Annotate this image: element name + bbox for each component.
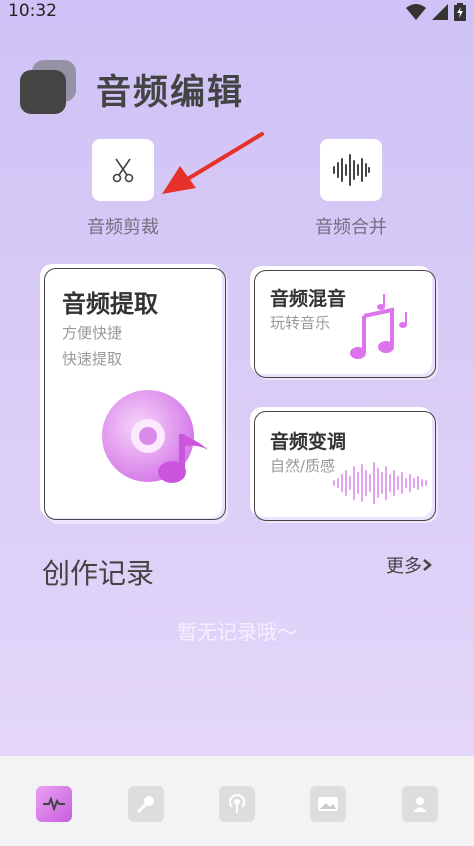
microphone-icon (137, 796, 154, 813)
nav-audio-edit[interactable] (36, 786, 72, 822)
audio-pitch-sub: 自然/质感 (270, 457, 336, 475)
audio-extract-sub1: 方便快捷 (62, 324, 123, 342)
annotation-arrow (162, 132, 264, 194)
app-logo (20, 60, 78, 116)
app-title: 音频编辑 (96, 73, 245, 113)
user-icon (413, 797, 427, 812)
more-button[interactable]: 更多 (386, 552, 432, 578)
sound-wave-icon (333, 462, 427, 504)
nav-profile[interactable] (402, 786, 438, 822)
audio-mix-title: 音频混音 (270, 288, 347, 310)
nav-record[interactable] (128, 786, 164, 822)
audio-mix-card[interactable]: 音频混音 玩转音乐 (250, 266, 436, 378)
audio-trim-label: 音频剪裁 (87, 217, 159, 238)
waveform-icon (43, 797, 65, 811)
audio-mix-sub: 玩转音乐 (270, 314, 331, 332)
audio-extract-title: 音频提取 (62, 289, 158, 318)
audio-pitch-card[interactable]: 音频变调 自然/质感 (250, 407, 436, 521)
nav-podcast[interactable] (219, 786, 255, 822)
bottom-nav (0, 756, 474, 846)
status-bar: 10:32 (0, 0, 474, 24)
podcast-icon (229, 794, 245, 813)
battery-icon (454, 3, 466, 21)
status-time: 10:32 (8, 1, 57, 21)
audio-merge-button[interactable]: 音频合并 (296, 139, 406, 239)
more-label: 更多 (386, 556, 422, 577)
empty-records-text: 暂无记录哦～ (177, 620, 297, 644)
wifi-icon (406, 4, 426, 20)
image-icon (318, 797, 338, 811)
status-icons (406, 3, 466, 21)
scissors-icon (92, 139, 154, 201)
vinyl-disc-icon (102, 390, 214, 496)
chevron-right-icon (423, 559, 432, 571)
waveform-icon (320, 139, 382, 201)
audio-merge-label: 音频合并 (315, 217, 387, 238)
audio-extract-sub2: 快速提取 (62, 350, 123, 368)
nav-gallery[interactable] (310, 786, 346, 822)
audio-extract-card[interactable]: 音频提取 方便快捷 快速提取 (40, 264, 226, 520)
records-title: 创作记录 (42, 557, 155, 590)
audio-pitch-title: 音频变调 (270, 431, 347, 453)
music-notes-icon (350, 294, 407, 359)
cellular-icon (432, 4, 448, 20)
